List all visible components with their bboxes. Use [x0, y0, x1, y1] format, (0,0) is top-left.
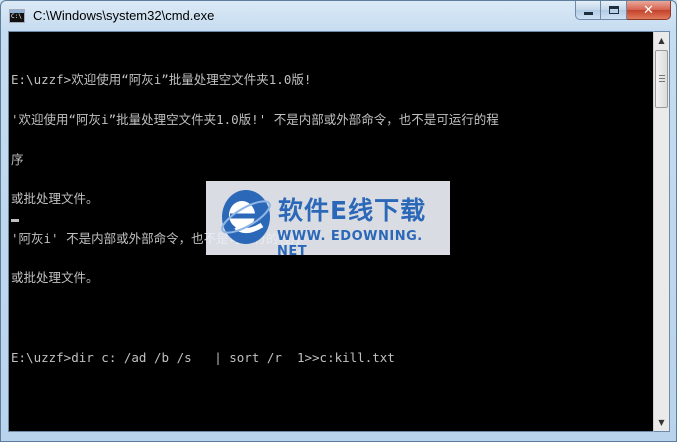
thumb-grip-line: [659, 81, 665, 82]
text-cursor: [11, 219, 19, 222]
watermark-url: WWW. EDOWNING. NET: [277, 229, 423, 259]
console-line: 或批处理文件。: [11, 270, 99, 286]
close-button[interactable]: ✕: [627, 1, 671, 20]
chevron-up-icon: ▲: [658, 36, 665, 45]
title-bar[interactable]: C:\ C:\Windows\system32\cmd.exe ✕: [1, 1, 676, 31]
console-line: '欢迎使用“阿灰i”批量处理空文件夹1.0版!' 不是内部或外部命令，也不是可运…: [11, 112, 499, 127]
window-title: C:\Windows\system32\cmd.exe: [33, 8, 215, 23]
cmd-icon-text: C:\: [11, 13, 22, 20]
console-line: E:\uzzf>欢迎使用“阿灰i”批量处理空文件夹1.0版!: [11, 72, 312, 88]
caption-buttons: ✕: [575, 1, 671, 21]
maximize-button[interactable]: [601, 1, 627, 20]
minimize-button[interactable]: [575, 1, 601, 20]
scroll-thumb[interactable]: [655, 50, 668, 108]
close-icon: ✕: [643, 2, 654, 18]
minimize-icon: [583, 12, 593, 15]
thumb-grip-line: [659, 78, 665, 79]
console-line: 序: [11, 151, 24, 167]
vertical-scrollbar[interactable]: ▲ ▼: [653, 31, 670, 432]
maximize-icon: [608, 6, 619, 14]
scroll-up-button[interactable]: ▲: [654, 32, 669, 49]
cmd-app-icon[interactable]: C:\: [9, 9, 25, 23]
watermark-title: 软件E线下载: [278, 196, 427, 225]
edowning-logo-icon: [221, 190, 271, 244]
chevron-down-icon: ▼: [658, 418, 665, 427]
console-line: E:\uzzf>dir c: /ad /b /s | sort /r 1>>c:…: [11, 349, 395, 365]
watermark-overlay: 软件E线下载 WWW. EDOWNING. NET: [206, 181, 450, 259]
thumb-grip-line: [659, 75, 665, 76]
scroll-down-button[interactable]: ▼: [654, 414, 669, 431]
